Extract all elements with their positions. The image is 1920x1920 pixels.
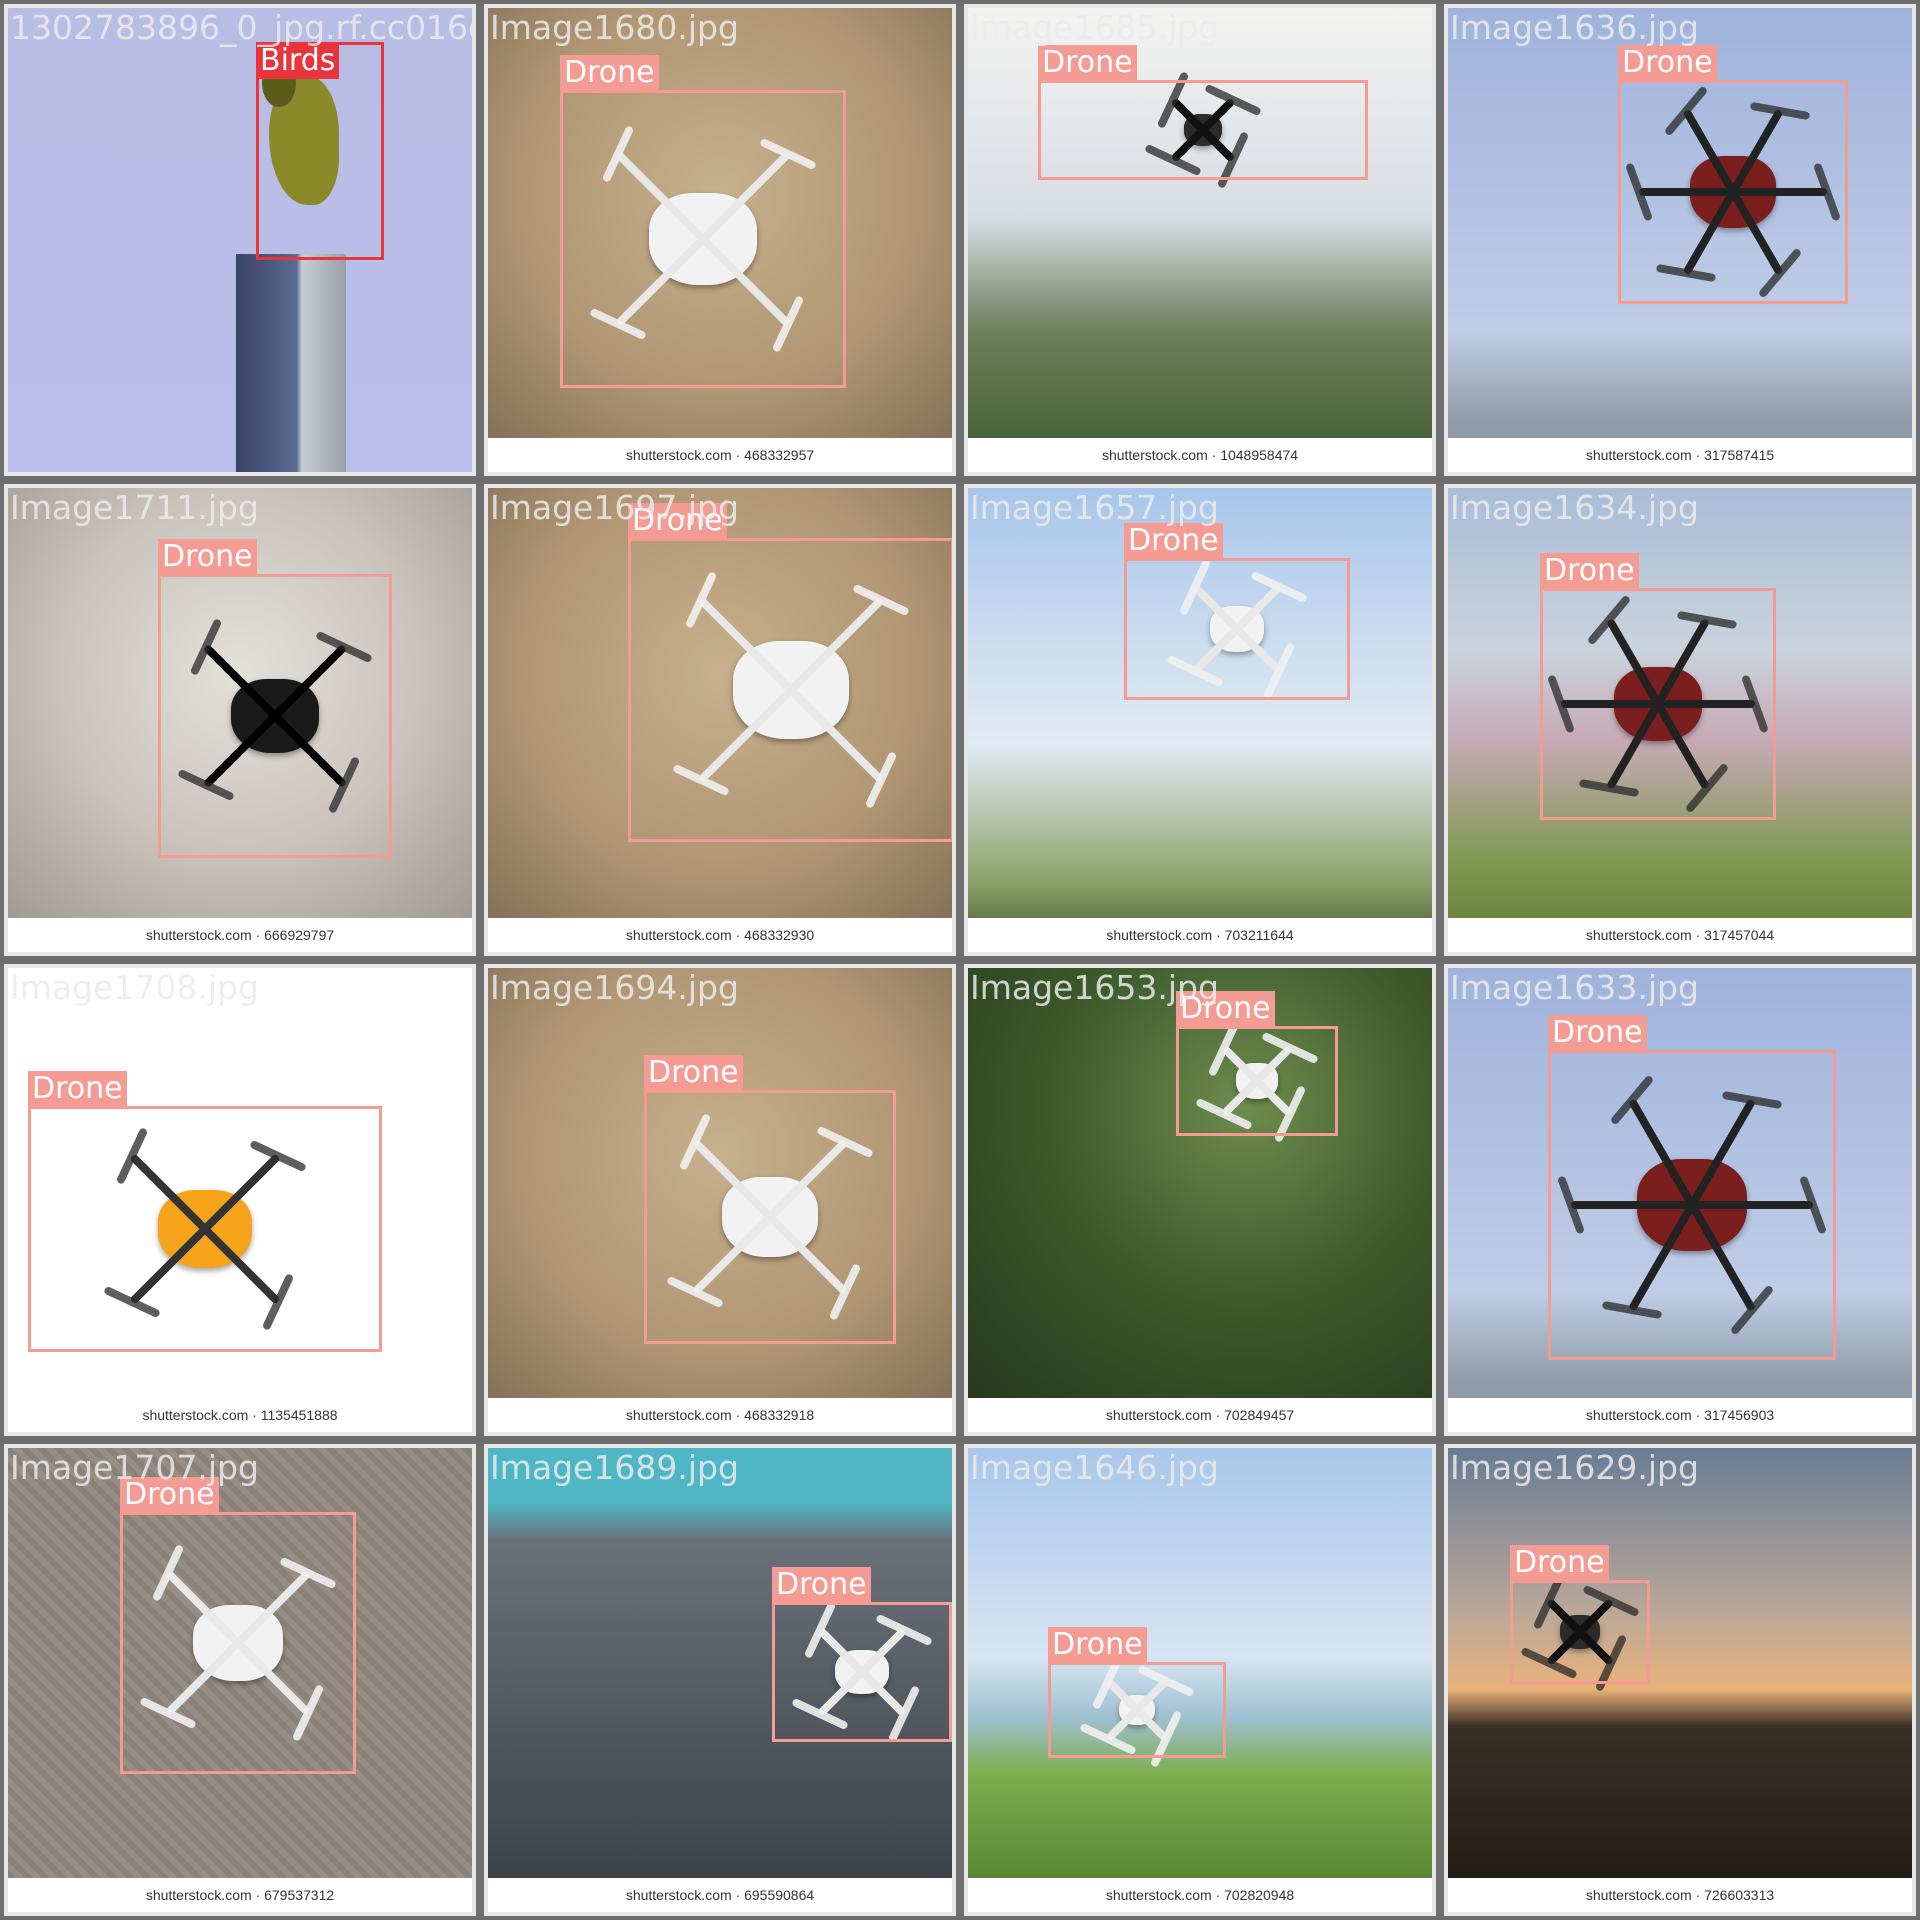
mosaic-tile: Birds1302783896_0_jpg.rf.cc016d067c05170… (4, 4, 476, 476)
stock-watermark-footer: shutterstock.com · 1135451888 (8, 1398, 472, 1432)
mosaic-tile: Drone shutterstock.com · 468332957 Image16… (484, 4, 956, 476)
image-filename: Image1636.jpg (1450, 8, 1699, 47)
detection-label: Drone (560, 55, 659, 91)
mosaic-tile: Drone shutterstock.com · 726603313 Image16… (1444, 1444, 1916, 1916)
mosaic-tile: Drone shutterstock.com · 317457044 Image16… (1444, 484, 1916, 956)
image-filename: Image1697.jpg (490, 488, 739, 527)
stock-watermark-footer: shutterstock.com · 679537312 (8, 1878, 472, 1912)
detection-box: Drone (1540, 553, 1776, 820)
detection-box: Drone (772, 1567, 952, 1742)
image-filename: Image1685.jpg (970, 8, 1219, 47)
mosaic-tile: Drone shutterstock.com · 679537312 Image17… (4, 1444, 476, 1916)
detection-mosaic: Birds1302783896_0_jpg.rf.cc016d067c05170… (0, 0, 1920, 1920)
pole (236, 254, 346, 472)
stock-watermark-footer: shutterstock.com · 468332930 (488, 918, 952, 952)
detection-box: Drone (644, 1055, 896, 1344)
mosaic-tile: Drone shutterstock.com · 702849457 Image16… (964, 964, 1436, 1436)
image-filename: Image1711.jpg (10, 488, 259, 527)
mosaic-tile: Drone shutterstock.com · 317456903 Image16… (1444, 964, 1916, 1436)
stock-watermark-footer: shutterstock.com · 703211644 (968, 918, 1432, 952)
mosaic-tile: Drone shutterstock.com · 317587415 Image16… (1444, 4, 1916, 476)
mosaic-tile: Drone shutterstock.com · 468332930 Image16… (484, 484, 956, 956)
detection-box: Drone (120, 1477, 356, 1774)
stock-watermark-footer: shutterstock.com · 468332918 (488, 1398, 952, 1432)
stock-watermark-footer: shutterstock.com · 1048958474 (968, 438, 1432, 472)
detection-label: Drone (1548, 1015, 1647, 1051)
stock-watermark-footer: shutterstock.com · 726603313 (1448, 1878, 1912, 1912)
image-filename: Image1680.jpg (490, 8, 739, 47)
image-filename: Image1633.jpg (1450, 968, 1699, 1007)
detection-box: Drone (1048, 1627, 1226, 1758)
detection-box: Drone (1548, 1015, 1836, 1360)
image-filename: Image1646.jpg (970, 1448, 1219, 1487)
image-filename: Image1694.jpg (490, 968, 739, 1007)
detection-label: Drone (28, 1071, 127, 1107)
stock-watermark-footer: shutterstock.com · 317457044 (1448, 918, 1912, 952)
detection-label: Drone (1540, 553, 1639, 589)
image-filename: Image1629.jpg (1450, 1448, 1699, 1487)
detection-label: Drone (772, 1567, 871, 1603)
image-filename: Image1707.jpg (10, 1448, 259, 1487)
image-filename: Image1689.jpg (490, 1448, 739, 1487)
mosaic-tile: Drone shutterstock.com · 702820948 Image16… (964, 1444, 1436, 1916)
mosaic-tile: Drone shutterstock.com · 1135451888 Image1… (4, 964, 476, 1436)
detection-box: Drone (1124, 523, 1350, 700)
stock-watermark-footer: shutterstock.com · 702820948 (968, 1878, 1432, 1912)
mosaic-tile: Drone shutterstock.com · 703211644 Image16… (964, 484, 1436, 956)
image-filename: Image1653.jpg (970, 968, 1219, 1007)
detection-label: Drone (1510, 1545, 1609, 1581)
detection-label: Birds (256, 43, 340, 79)
detection-label: Drone (1038, 45, 1137, 81)
image-filename: Image1708.jpg (10, 968, 259, 1007)
mosaic-tile: Drone shutterstock.com · 468332918 Image16… (484, 964, 956, 1436)
detection-box: Drone (1510, 1545, 1650, 1684)
stock-watermark-footer: shutterstock.com · 702849457 (968, 1398, 1432, 1432)
detection-label: Drone (158, 539, 257, 575)
detection-box: Drone (158, 539, 392, 858)
stock-watermark-footer: shutterstock.com · 666929797 (8, 918, 472, 952)
detection-box: Birds (256, 42, 384, 260)
detection-box: Drone (1038, 45, 1368, 180)
stock-watermark-footer: shutterstock.com · 317587415 (1448, 438, 1912, 472)
stock-watermark-footer: shutterstock.com · 695590864 (488, 1878, 952, 1912)
image-filename: Image1634.jpg (1450, 488, 1699, 527)
detection-box: Drone (28, 1071, 382, 1352)
stock-watermark-footer: shutterstock.com · 468332957 (488, 438, 952, 472)
detection-box: Drone (560, 55, 846, 388)
detection-label: Drone (1048, 1627, 1147, 1663)
mosaic-tile: Drone shutterstock.com · 695590864 Image16… (484, 1444, 956, 1916)
detection-box: Drone (628, 503, 952, 842)
detection-label: Drone (644, 1055, 743, 1091)
detection-box: Drone (1618, 45, 1848, 304)
mosaic-tile: Drone shutterstock.com · 1048958474 Image1… (964, 4, 1436, 476)
detection-label: Drone (1124, 523, 1223, 559)
mosaic-tile: Drone shutterstock.com · 666929797 Image17… (4, 484, 476, 956)
image-filename: 1302783896_0_jpg.rf.cc016d067c05170c1bbf… (10, 8, 472, 47)
stock-watermark-footer: shutterstock.com · 317456903 (1448, 1398, 1912, 1432)
detection-box: Drone (1176, 991, 1338, 1136)
detection-label: Drone (1618, 45, 1717, 81)
image-filename: Image1657.jpg (970, 488, 1219, 527)
